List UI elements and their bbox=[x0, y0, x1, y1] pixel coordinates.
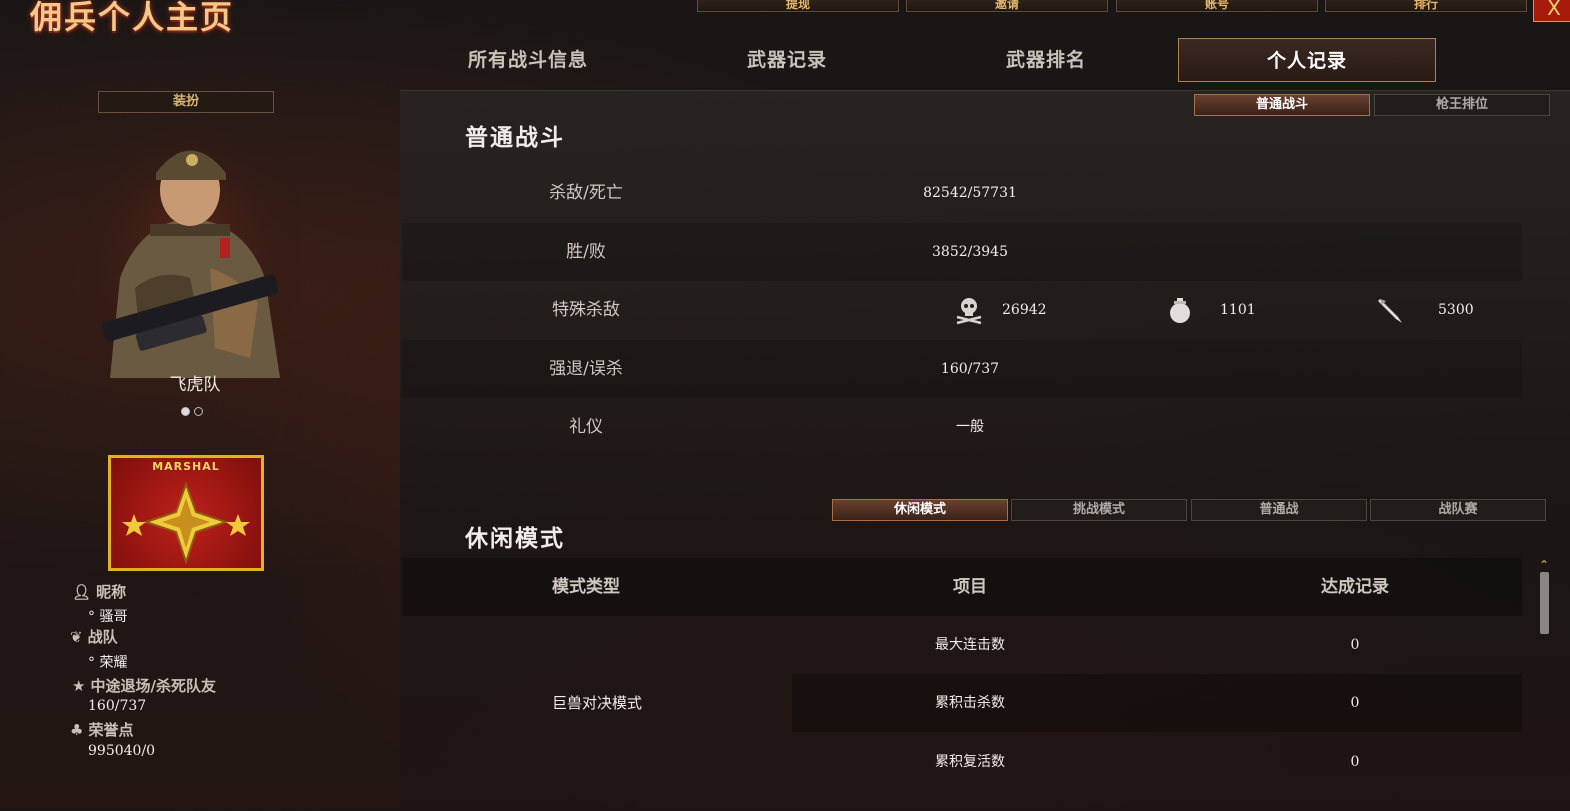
clan-label: 战队 bbox=[87, 628, 118, 646]
clan-value: ° 荣耀 bbox=[88, 655, 128, 671]
character-portrait bbox=[80, 128, 300, 378]
stat-label: 胜/败 bbox=[566, 242, 606, 262]
table-row: 累积击杀数 0 bbox=[792, 674, 1522, 732]
value-cell: 0 bbox=[1350, 754, 1360, 770]
nickname-label: 昵称 bbox=[96, 583, 127, 601]
quit-row: ★ 中途退场/杀死队友 bbox=[72, 675, 216, 696]
subtab-clan-match[interactable]: 战队赛 bbox=[1370, 499, 1546, 521]
casual-mode-title: 休闲模式 bbox=[465, 526, 565, 552]
stat-value: 一般 bbox=[956, 419, 984, 435]
tab-personal-records[interactable]: 个人记录 bbox=[1178, 38, 1436, 82]
nickname-row: 👤︎ 昵称 bbox=[72, 581, 126, 602]
column-mode-type: 模式类型 bbox=[552, 577, 620, 597]
item-cell: 累积击杀数 bbox=[935, 695, 1005, 711]
special-kill-grenade: 1101 bbox=[1165, 281, 1315, 339]
normal-battle-title: 普通战斗 bbox=[465, 125, 565, 151]
stat-value: 160/737 bbox=[940, 361, 1000, 377]
mode-group-label: 巨兽对决模式 bbox=[551, 694, 642, 712]
top-button-2[interactable]: 邀请 bbox=[906, 0, 1108, 12]
close-icon: X bbox=[1547, 0, 1561, 20]
carousel-dot-1[interactable] bbox=[181, 407, 190, 416]
special-kill-headshot: 26942 bbox=[954, 281, 1104, 339]
subtab-normal-war[interactable]: 普通战 bbox=[1191, 499, 1367, 521]
item-cell: 累积复活数 bbox=[935, 754, 1005, 770]
top-button-3[interactable]: 账号 bbox=[1116, 0, 1318, 12]
honor-row: ♣ 荣誉点 bbox=[70, 719, 134, 740]
clan-icon: ❦ bbox=[70, 628, 83, 646]
stat-value: 3852/3945 bbox=[932, 244, 1008, 260]
column-item: 项目 bbox=[953, 577, 987, 597]
subtab-normal-battle[interactable]: 普通战斗 bbox=[1194, 94, 1370, 116]
rank-label: MARSHAL bbox=[152, 460, 220, 473]
tab-weapon-records[interactable]: 武器记录 bbox=[658, 38, 916, 82]
character-name: 飞虎队 bbox=[169, 375, 221, 395]
nickname-value: ° 骚哥 bbox=[88, 609, 128, 625]
table-row: 累积复活数 0 bbox=[792, 733, 1522, 791]
stat-label: 礼仪 bbox=[569, 417, 603, 437]
runner-icon: ★ bbox=[72, 677, 86, 695]
rank-insignia-icon bbox=[122, 481, 250, 566]
stat-value: 82542/57731 bbox=[923, 185, 1017, 201]
knife-icon bbox=[1378, 299, 1402, 323]
top-button-4[interactable]: 排行 bbox=[1325, 0, 1527, 12]
stat-row-special-kills: 特殊杀敌 26942 1101 5300 bbox=[402, 281, 1522, 339]
column-record: 达成记录 bbox=[1321, 577, 1389, 597]
value-cell: 0 bbox=[1350, 695, 1360, 711]
tab-all-battle-info[interactable]: 所有战斗信息 bbox=[399, 38, 657, 82]
honor-value: 995040/0 bbox=[88, 743, 156, 759]
special-kill-knife: 5300 bbox=[1376, 281, 1526, 339]
value-cell: 0 bbox=[1350, 637, 1360, 653]
stat-label: 杀敌/死亡 bbox=[549, 183, 623, 203]
quit-value: 160/737 bbox=[88, 698, 147, 714]
page-title: 佣兵个人主页 bbox=[30, 0, 235, 36]
grenade-value: 1101 bbox=[1220, 302, 1256, 318]
knife-value: 5300 bbox=[1438, 302, 1474, 318]
subtab-challenge-mode[interactable]: 挑战模式 bbox=[1011, 499, 1187, 521]
subtab-casual-mode[interactable]: 休闲模式 bbox=[832, 499, 1008, 521]
skin-button[interactable]: 装扮 bbox=[98, 91, 274, 113]
carousel-dots[interactable] bbox=[181, 401, 207, 420]
person-icon: 👤︎ bbox=[72, 583, 92, 601]
stat-row-quit-teamkill: 强退/误杀 160/737 bbox=[402, 340, 1522, 398]
rank-badge: MARSHAL bbox=[108, 455, 264, 571]
stat-label: 强退/误杀 bbox=[549, 359, 623, 379]
honor-label: 荣誉点 bbox=[88, 721, 134, 739]
table-header: 模式类型 项目 达成记录 bbox=[402, 558, 1522, 616]
close-button[interactable]: X bbox=[1533, 0, 1570, 22]
stat-row-kd: 杀敌/死亡 82542/57731 bbox=[402, 164, 1522, 222]
scrollbar-thumb[interactable] bbox=[1540, 572, 1549, 634]
skull-icon bbox=[956, 298, 982, 325]
subtab-gun-king-ranked[interactable]: 枪王排位 bbox=[1374, 94, 1550, 116]
stat-row-etiquette: 礼仪 一般 bbox=[402, 398, 1522, 456]
stat-label: 特殊杀敌 bbox=[552, 300, 620, 320]
quit-label: 中途退场/杀死队友 bbox=[90, 677, 217, 695]
tab-weapon-ranking[interactable]: 武器排名 bbox=[917, 38, 1175, 82]
stat-row-winloss: 胜/败 3852/3945 bbox=[402, 223, 1522, 281]
grenade-icon bbox=[1170, 298, 1190, 323]
table-row: 最大连击数 0 bbox=[792, 616, 1522, 674]
leaf-icon: ♣ bbox=[70, 721, 84, 739]
clan-row: ❦ 战队 bbox=[70, 626, 118, 647]
carousel-dot-2[interactable] bbox=[194, 407, 203, 416]
top-button-1[interactable]: 提现 bbox=[697, 0, 899, 12]
headshot-value: 26942 bbox=[1002, 302, 1047, 318]
item-cell: 最大连击数 bbox=[935, 637, 1005, 653]
